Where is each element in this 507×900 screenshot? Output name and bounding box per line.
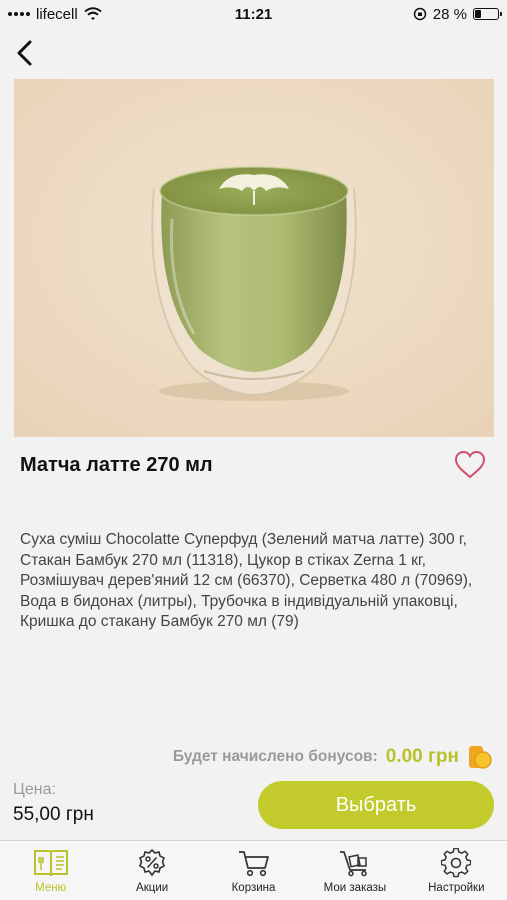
price-label: Цена: (13, 781, 56, 798)
chevron-left-icon (17, 40, 32, 66)
gear-icon (437, 847, 475, 879)
product-image (14, 79, 494, 437)
back-button[interactable] (10, 36, 40, 70)
bonus-label: Будет начислено бонусов: (172, 748, 378, 765)
tab-cart-label: Корзина (231, 882, 276, 894)
menu-book-icon (32, 847, 70, 879)
select-button[interactable]: Выбрать (258, 781, 494, 829)
tab-cart[interactable]: Корзина (203, 841, 304, 900)
product-title: Матча латте 270 мл (20, 454, 213, 476)
tab-orders-label: Мои заказы (323, 882, 387, 894)
tab-settings-label: Настройки (428, 882, 485, 894)
status-bar: lifecell 11:21 28 % (0, 0, 507, 28)
status-left: lifecell (8, 6, 102, 23)
carrier-name: lifecell (36, 5, 78, 23)
orders-icon (336, 847, 374, 879)
battery-fill (475, 10, 481, 18)
matcha-latte-photo (14, 79, 494, 437)
tab-bar: Меню Акции Корзина Мои заказы Настройки (0, 840, 507, 900)
product-description: Суха суміш Chocolatte Суперфуд (Зелений … (20, 531, 473, 630)
battery-percent: 28 % (432, 5, 467, 23)
tab-promotions[interactable]: Акции (101, 841, 202, 900)
status-right: 28 % (413, 5, 502, 23)
tab-menu-label: Меню (35, 882, 67, 894)
price-value: 55,00 грн (13, 804, 94, 825)
coins-icon (469, 746, 492, 769)
tab-menu[interactable]: Меню (0, 841, 101, 900)
favorite-button[interactable] (454, 450, 486, 480)
tab-promotions-label: Акции (136, 882, 169, 894)
discount-icon (133, 847, 171, 879)
battery-icon (473, 8, 502, 20)
cart-icon (235, 847, 273, 879)
signal-icon (8, 12, 30, 16)
orientation-lock-icon (413, 7, 427, 21)
wifi-icon (84, 7, 102, 20)
bonus-value: 0.00 грн (385, 746, 459, 767)
tab-orders[interactable]: Мои заказы (304, 841, 405, 900)
heart-icon (454, 450, 486, 479)
tab-settings[interactable]: Настройки (406, 841, 507, 900)
bonus-row: Будет начислено бонусов: 0.00 грн (173, 744, 493, 770)
